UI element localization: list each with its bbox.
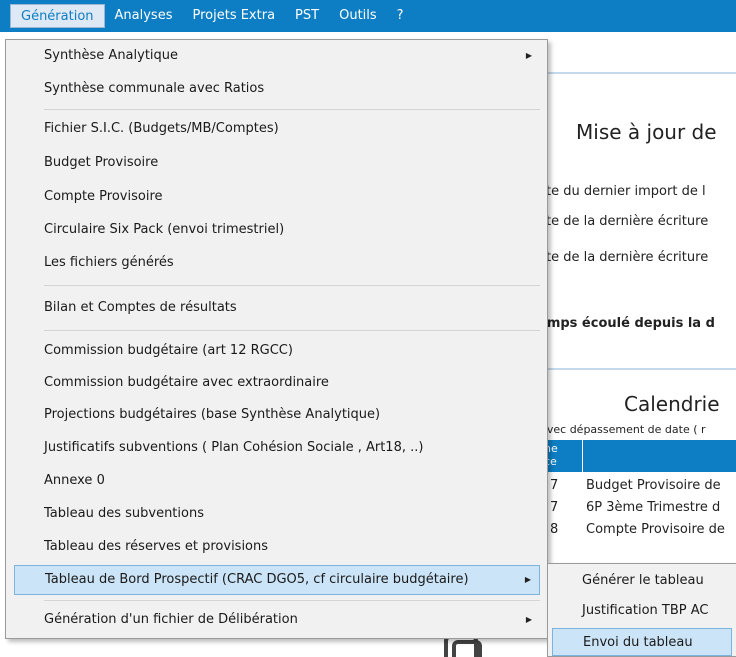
menu-separator bbox=[44, 109, 540, 110]
menu-separator bbox=[44, 330, 540, 331]
menu-item-synthese-communale[interactable]: Synthèse communale avec Ratios bbox=[14, 77, 540, 101]
menu-item-compte-provisoire[interactable]: Compte Provisoire bbox=[14, 185, 540, 209]
update-panel: Mise à jour de ate du dernier import de … bbox=[538, 72, 736, 362]
tbp-submenu: Générer le tableau Justification TBP AC … bbox=[547, 563, 736, 657]
menu-item-tableau-subventions[interactable]: Tableau des subventions bbox=[14, 502, 540, 526]
menu-analyses[interactable]: Analyses bbox=[105, 4, 183, 28]
last-entry-label-1: ate de la dernière écriture bbox=[538, 214, 709, 229]
menu-bar: Génération Analyses Projets Extra PST Ou… bbox=[0, 0, 736, 32]
update-panel-title: Mise à jour de bbox=[576, 120, 717, 144]
menu-item-commission-extraordinaire[interactable]: Commission budgétaire avec extraordinair… bbox=[14, 371, 540, 395]
submenu-item-justification-tbp[interactable]: Justification TBP AC bbox=[552, 597, 732, 625]
generation-dropdown: Synthèse Analytique ▶ Synthèse communale… bbox=[5, 39, 548, 639]
menu-item-projections-budgetaires[interactable]: Projections budgétaires (base Synthèse A… bbox=[14, 403, 540, 427]
submenu-item-envoi-tableau[interactable]: Envoi du tableau bbox=[552, 628, 732, 656]
calendar-note: Avec dépassement de date ( r bbox=[540, 423, 706, 436]
menu-item-fichier-deliberation[interactable]: Génération d'un fichier de Délibération … bbox=[14, 608, 540, 632]
menu-item-synthese-analytique[interactable]: Synthèse Analytique ▶ bbox=[14, 44, 540, 68]
calendar-grid-header: ne ce bbox=[540, 440, 736, 472]
menu-item-bilan-comptes[interactable]: Bilan et Comptes de résultats bbox=[14, 296, 540, 320]
menu-item-commission-budgetaire[interactable]: Commission budgétaire (art 12 RGCC) bbox=[14, 339, 540, 363]
menu-item-budget-provisoire[interactable]: Budget Provisoire bbox=[14, 151, 540, 175]
menu-pst[interactable]: PST bbox=[285, 4, 329, 28]
submenu-item-generer-tableau[interactable]: Générer le tableau bbox=[552, 567, 732, 595]
submenu-arrow-icon: ▶ bbox=[525, 51, 532, 60]
menu-outils[interactable]: Outils bbox=[329, 4, 387, 28]
submenu-arrow-icon: ▶ bbox=[524, 575, 531, 584]
calendar-panel-title: Calendrie bbox=[624, 392, 720, 416]
submenu-arrow-icon: ▶ bbox=[525, 615, 532, 624]
menu-item-circulaire-six-pack[interactable]: Circulaire Six Pack (envoi trimestriel) bbox=[14, 218, 540, 242]
menu-help[interactable]: ? bbox=[387, 4, 414, 28]
last-entry-label-2: ate de la dernière écriture bbox=[538, 250, 709, 265]
menu-item-justificatifs-subventions[interactable]: Justificatifs subventions ( Plan Cohésio… bbox=[14, 436, 540, 460]
menu-item-fichiers-generes[interactable]: Les fichiers générés bbox=[14, 251, 540, 275]
menu-generation[interactable]: Génération bbox=[10, 4, 105, 28]
menu-separator bbox=[44, 285, 540, 286]
menu-item-tableau-bord-prospectif[interactable]: Tableau de Bord Prospectif (CRAC DGO5, c… bbox=[14, 565, 540, 595]
menu-item-tableau-reserves[interactable]: Tableau des réserves et provisions bbox=[14, 535, 540, 559]
last-import-label: ate du dernier import de l bbox=[538, 184, 706, 199]
elapsed-time-label: emps écoulé depuis la d bbox=[538, 316, 715, 331]
menu-projets-extra[interactable]: Projets Extra bbox=[182, 4, 285, 28]
menu-item-annexe-0[interactable]: Annexe 0 bbox=[14, 469, 540, 493]
menu-separator bbox=[44, 600, 540, 601]
menu-item-fichier-sic[interactable]: Fichier S.I.C. (Budgets/MB/Comptes) bbox=[14, 117, 540, 141]
